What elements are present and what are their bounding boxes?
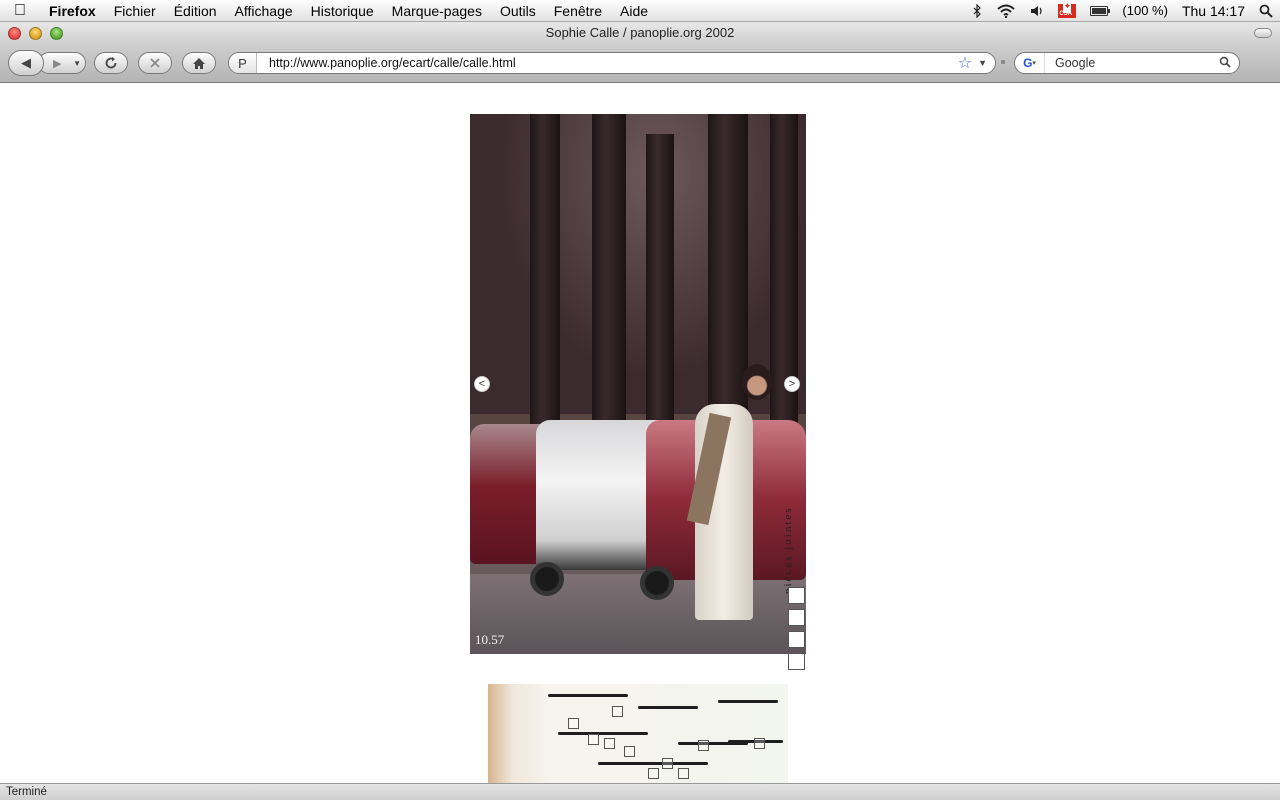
ink-stroke xyxy=(718,700,778,703)
attachment-thumbnail-4[interactable] xyxy=(788,653,805,670)
status-bar: Terminé xyxy=(0,783,1280,800)
tree-trunk xyxy=(708,114,748,444)
stop-button[interactable] xyxy=(138,52,172,74)
bluetooth-icon[interactable] xyxy=(972,3,982,18)
car-wheel xyxy=(530,562,564,596)
menu-historique[interactable]: Historique xyxy=(302,0,383,22)
search-bar[interactable]: G ▾ Google xyxy=(1014,52,1240,74)
battery-icon[interactable] xyxy=(1090,5,1111,16)
ink-stroke xyxy=(638,706,698,709)
reload-icon xyxy=(105,57,117,69)
volume-icon[interactable] xyxy=(1030,4,1044,18)
map-marker[interactable] xyxy=(662,758,673,769)
next-image-button[interactable]: > xyxy=(784,376,800,392)
window-title-bar: Sophie Calle / panoplie.org 2002 xyxy=(0,22,1280,44)
menu-aide[interactable]: Aide xyxy=(611,0,657,22)
tree-trunk xyxy=(592,114,626,434)
tree-trunk xyxy=(646,134,674,434)
forward-icon: ▶ xyxy=(53,57,62,70)
map-marker[interactable] xyxy=(698,740,709,751)
forward-button[interactable]: ▶ ▼ xyxy=(38,52,86,74)
status-text: Terminé xyxy=(6,786,47,798)
main-photo: < > 10.57 pieces jointes xyxy=(470,114,806,654)
canada-flag-icon[interactable]: CSA xyxy=(1058,1,1077,18)
wifi-icon[interactable] xyxy=(996,4,1016,18)
attachment-thumbnail-2[interactable] xyxy=(788,609,805,626)
menu-fichier[interactable]: Fichier xyxy=(105,0,165,22)
page-content: < > 10.57 pieces jointes xyxy=(0,84,1280,783)
map-marker[interactable] xyxy=(754,738,765,749)
menu-marque-pages[interactable]: Marque-pages xyxy=(383,0,491,22)
search-input[interactable]: Google xyxy=(1045,56,1219,70)
attachment-thumbnail-1[interactable] xyxy=(788,587,805,604)
navigation-toolbar: ▶ ▼ ◀ P http://www.panoplie.org/ecart/ca… xyxy=(0,44,1280,83)
menu-bar:  Firefox Fichier Édition Affichage Hist… xyxy=(0,0,1280,22)
battery-text: (100 %) xyxy=(1122,3,1168,18)
bookmark-star-icon[interactable]: ☆ xyxy=(958,53,972,73)
clock[interactable]: Thu 14:17 xyxy=(1182,3,1245,19)
google-icon[interactable]: G ▾ xyxy=(1015,53,1045,73)
map-marker[interactable] xyxy=(604,738,615,749)
tree-trunk xyxy=(530,114,560,434)
history-dropdown-icon[interactable]: ▼ xyxy=(73,59,81,68)
toolbar-toggle-button[interactable] xyxy=(1254,28,1272,38)
menu-outils[interactable]: Outils xyxy=(491,0,545,22)
zoom-window-button[interactable] xyxy=(50,27,63,40)
map-marker[interactable] xyxy=(624,746,635,757)
back-icon: ◀ xyxy=(21,55,31,70)
home-button[interactable] xyxy=(182,52,216,74)
site-identity-icon[interactable]: P xyxy=(229,53,257,73)
woman-head xyxy=(742,364,772,400)
ink-stroke xyxy=(598,762,708,765)
url-input[interactable]: http://www.panoplie.org/ecart/calle/call… xyxy=(257,56,958,70)
menu-edition[interactable]: Édition xyxy=(165,0,226,22)
spotlight-icon[interactable] xyxy=(1259,4,1273,18)
url-dropdown-icon[interactable]: ▼ xyxy=(978,58,987,68)
url-bar[interactable]: P http://www.panoplie.org/ecart/calle/ca… xyxy=(228,52,996,74)
attachment-thumbnail-3[interactable] xyxy=(788,631,805,648)
reload-button[interactable] xyxy=(94,52,128,74)
window-title: Sophie Calle / panoplie.org 2002 xyxy=(545,25,735,40)
map-marker[interactable] xyxy=(568,718,579,729)
map-strip-image[interactable] xyxy=(488,684,788,783)
menu-app-firefox[interactable]: Firefox xyxy=(40,0,105,22)
search-icon[interactable] xyxy=(1219,56,1231,71)
minimize-window-button[interactable] xyxy=(29,27,42,40)
pieces-jointes-label: pieces jointes xyxy=(782,506,794,594)
map-marker[interactable] xyxy=(612,706,623,717)
photo-street xyxy=(470,574,806,654)
previous-image-button[interactable]: < xyxy=(474,376,490,392)
apple-icon[interactable]:  xyxy=(0,0,40,22)
map-marker[interactable] xyxy=(588,734,599,745)
ink-stroke xyxy=(558,732,648,735)
car-wheel xyxy=(640,566,674,600)
close-window-button[interactable] xyxy=(8,27,21,40)
map-marker[interactable] xyxy=(678,768,689,779)
toolbar-separator xyxy=(1001,60,1005,64)
flag-label: CSA xyxy=(1059,10,1073,17)
menu-affichage[interactable]: Affichage xyxy=(226,0,302,22)
home-icon xyxy=(193,57,205,69)
back-button[interactable]: ◀ xyxy=(8,50,44,76)
map-marker[interactable] xyxy=(648,768,659,779)
menu-fenetre[interactable]: Fenêtre xyxy=(545,0,611,22)
ink-stroke xyxy=(548,694,628,697)
photo-timestamp: 10.57 xyxy=(475,632,505,647)
stop-icon xyxy=(150,58,160,68)
